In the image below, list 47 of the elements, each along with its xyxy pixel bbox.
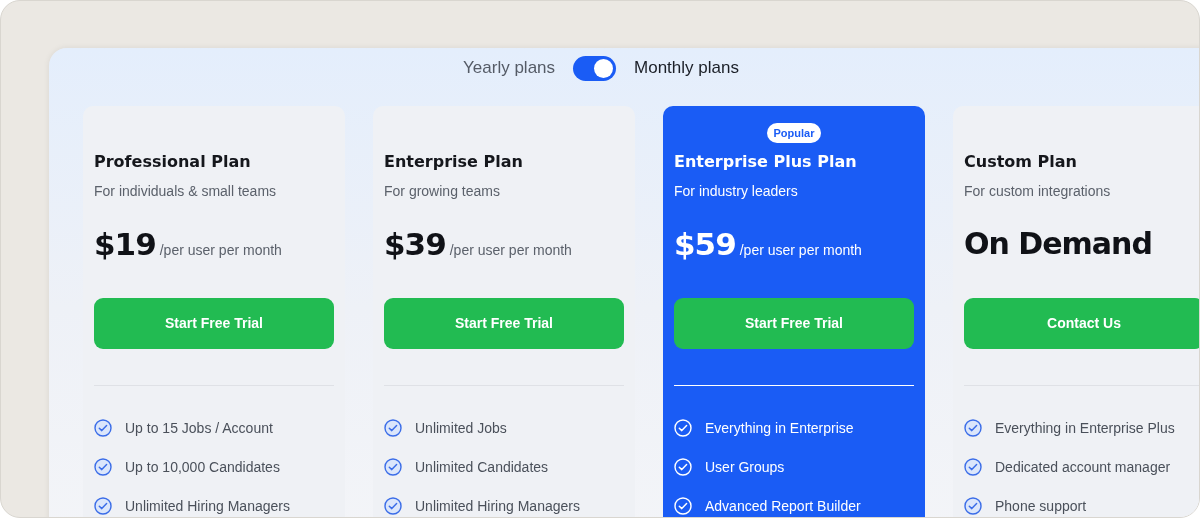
check-circle-icon <box>964 458 982 476</box>
plan-title: Enterprise Plus Plan <box>674 151 858 173</box>
check-circle-icon <box>674 497 692 515</box>
feature-text: Up to 15 Jobs / Account <box>125 418 273 438</box>
check-circle-icon <box>964 497 982 515</box>
plan-subtitle: For individuals & small teams <box>94 182 278 201</box>
plan-title: Professional Plan <box>94 151 252 173</box>
feature-text: Unlimited Hiring Managers <box>415 496 580 516</box>
feature-text: Unlimited Jobs <box>415 418 507 438</box>
yearly-label: Yearly plans <box>463 57 556 80</box>
feature-text: User Groups <box>705 457 785 477</box>
check-circle-icon <box>94 458 112 476</box>
price-period: /per user per month <box>159 241 282 260</box>
check-circle-icon <box>964 419 982 437</box>
trial-button[interactable]: Start Free Trial <box>94 298 334 349</box>
plan-subtitle: For growing teams <box>384 182 501 201</box>
plan-price: $39 <box>384 227 446 261</box>
check-circle-icon <box>94 419 112 437</box>
check-circle-icon <box>674 419 692 437</box>
contact-button[interactable]: Contact Us <box>964 298 1199 349</box>
check-circle-icon <box>94 497 112 515</box>
check-circle-icon <box>384 497 402 515</box>
check-circle-icon <box>384 458 402 476</box>
feature-text: Advanced Report Builder <box>705 496 861 516</box>
feature-text: Unlimited Candidates <box>415 457 549 477</box>
price-period: /per user per month <box>739 241 862 260</box>
trial-button[interactable]: Start Free Trial <box>674 298 914 349</box>
plan-subtitle: For industry leaders <box>674 182 799 201</box>
plan-price: $59 <box>674 227 736 261</box>
trial-button[interactable]: Start Free Trial <box>384 298 624 349</box>
feature-text: Dedicated account manager <box>995 457 1171 477</box>
plan-title: Custom Plan <box>964 151 1078 173</box>
feature-text: Up to 10,000 Candidates <box>125 457 280 477</box>
check-circle-icon <box>384 419 402 437</box>
feature-text: Unlimited Hiring Managers <box>125 496 290 516</box>
billing-toggle[interactable] <box>573 55 617 81</box>
feature-text: Everything in Enterprise <box>705 418 854 438</box>
monthly-label: Monthly plans <box>634 57 739 80</box>
check-circle-icon <box>674 458 692 476</box>
plan-price: On Demand <box>964 227 1152 261</box>
plan-title: Enterprise Plan <box>384 151 524 173</box>
feature-text: Phone support <box>995 496 1087 516</box>
plan-price: $19 <box>94 227 156 261</box>
feature-text: Everything in Enterprise Plus <box>995 418 1175 438</box>
popular-badge: Popular <box>766 123 822 143</box>
plan-subtitle: For custom integrations <box>964 182 1112 201</box>
price-period: /per user per month <box>449 241 572 260</box>
